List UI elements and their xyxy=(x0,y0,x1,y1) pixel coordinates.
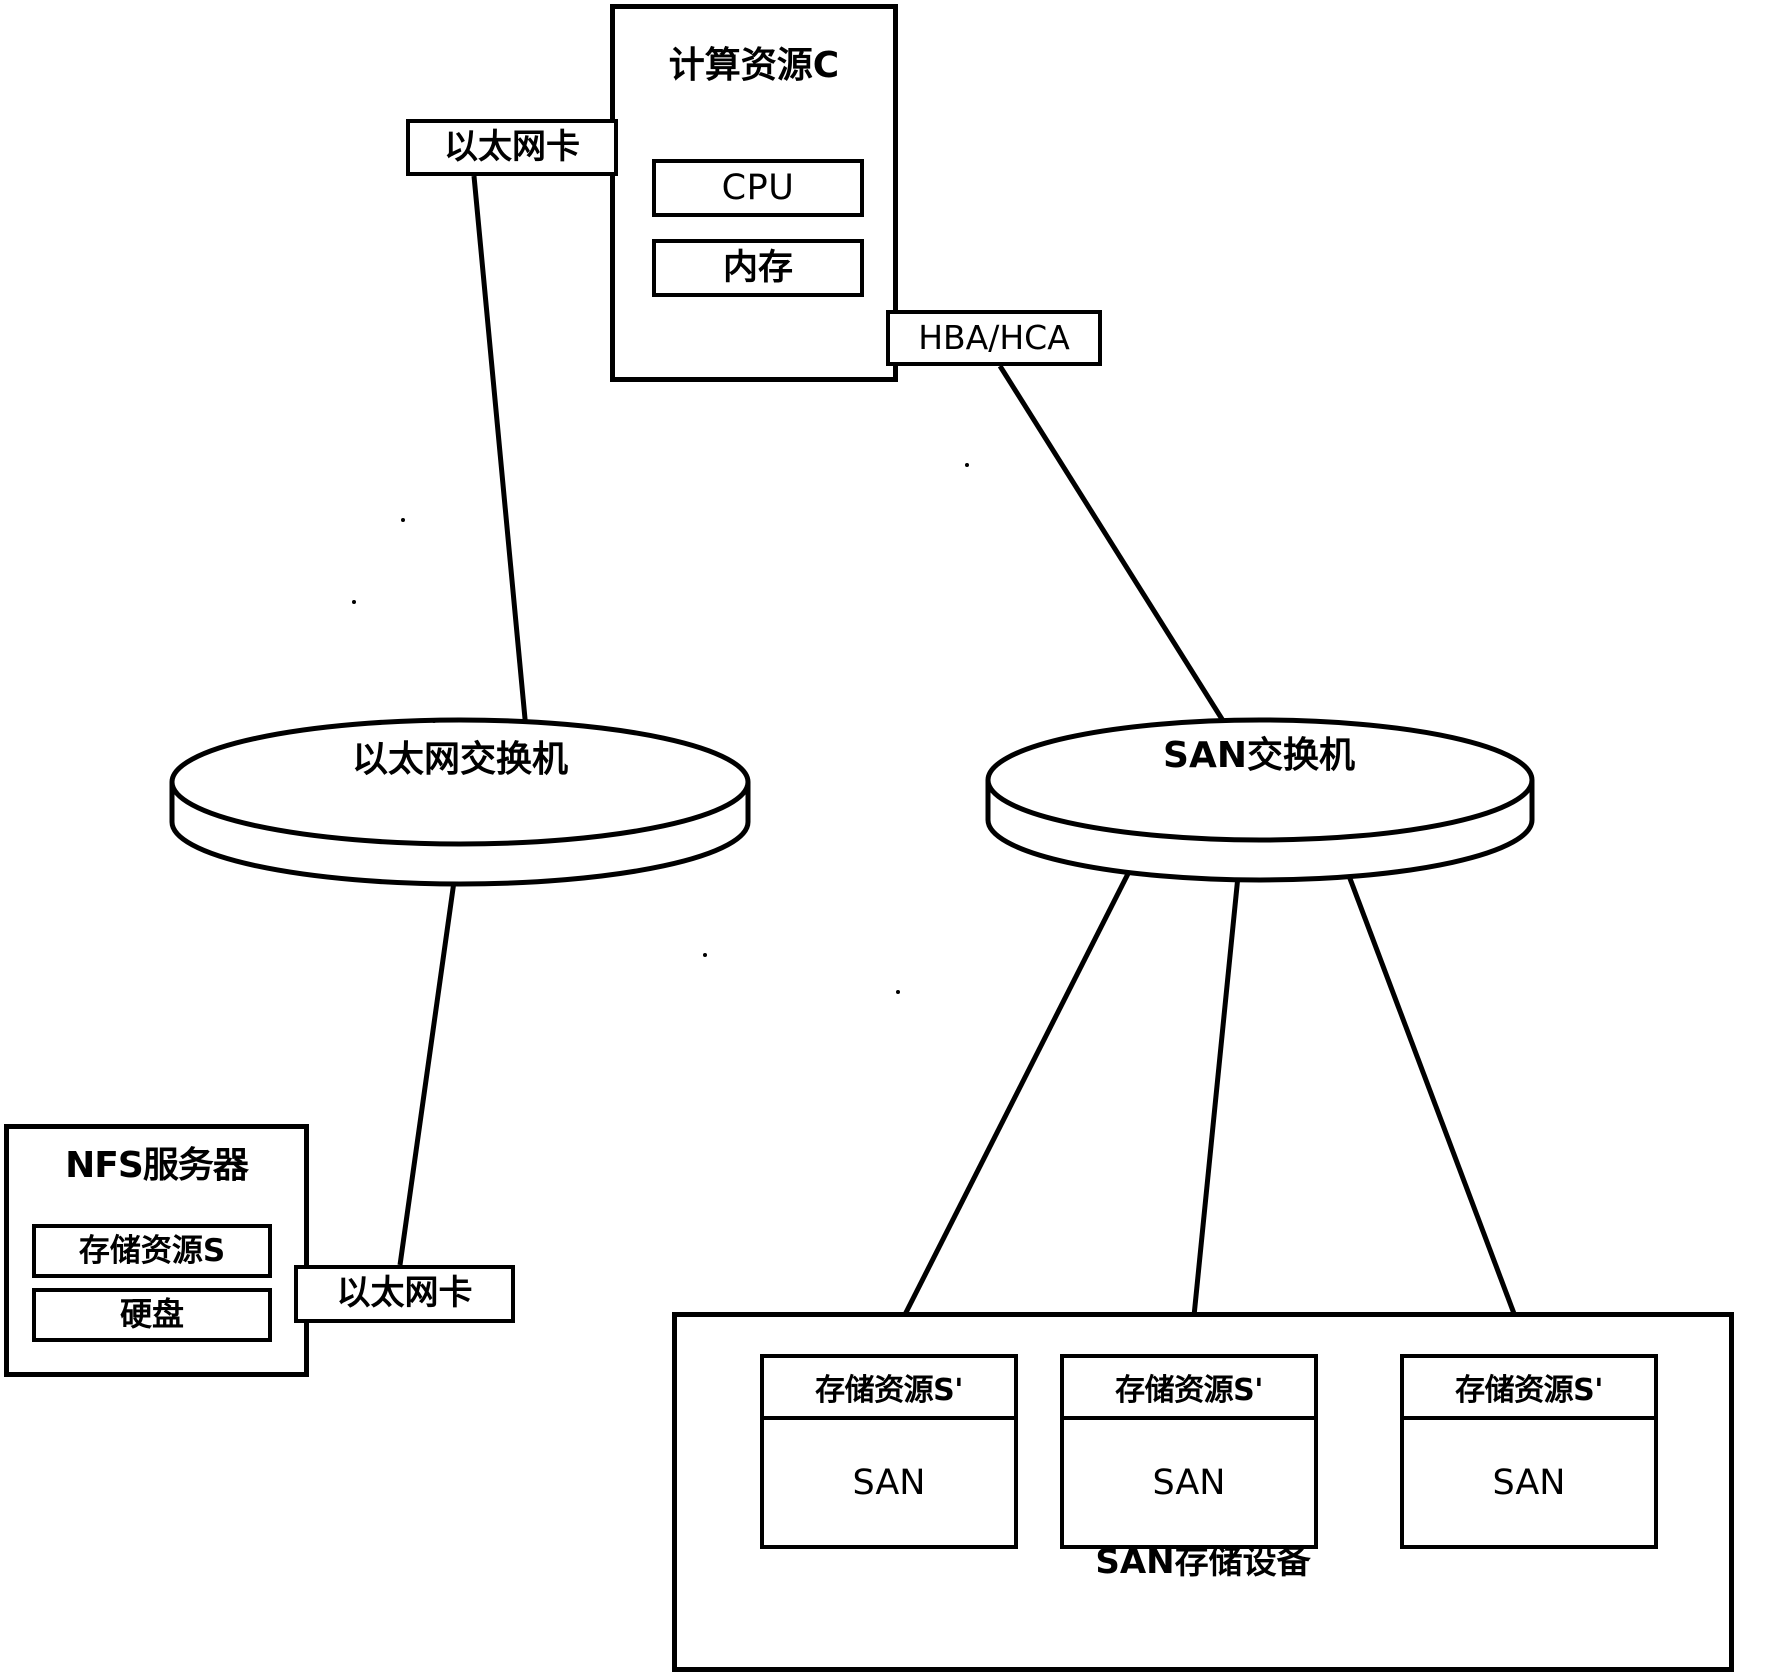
ethernet-nic-compute: 以太网卡 xyxy=(406,119,618,176)
nfs-server-title: NFS服务器 xyxy=(65,1145,249,1186)
scan-speck xyxy=(703,953,707,957)
storage-resource-s-box: 存储资源S xyxy=(32,1224,272,1278)
wire-san-switch-to-unit-3 xyxy=(1337,851,1533,1357)
ethernet-nic-nfs: 以太网卡 xyxy=(294,1265,515,1323)
san-storage-unit: 存储资源S' SAN xyxy=(1400,1354,1658,1549)
hard-disk-box: 硬盘 xyxy=(32,1288,272,1342)
scan-speck xyxy=(401,518,405,522)
san-storage-device-title: SAN存储设备 xyxy=(1095,1542,1311,1583)
compute-resource-title: 计算资源C xyxy=(668,45,840,86)
memory-box: 内存 xyxy=(652,239,864,297)
scan-speck xyxy=(896,990,900,994)
san-type-label: SAN xyxy=(852,1462,926,1503)
storage-resource-s-prime-label: 存储资源S' xyxy=(1404,1358,1654,1420)
wire-hba-to-san-switch xyxy=(997,364,1235,737)
scan-speck xyxy=(352,600,356,604)
scan-speck xyxy=(965,463,969,467)
wire-san-switch-to-unit-2 xyxy=(1187,855,1243,1357)
san-type-label: SAN xyxy=(1152,1462,1226,1503)
ethernet-switch-label: 以太网交换机 xyxy=(351,739,568,780)
san-storage-unit: 存储资源S' SAN xyxy=(1060,1354,1318,1549)
san-switch-label: SAN交换机 xyxy=(1163,735,1355,776)
scan-speck xyxy=(432,719,436,723)
san-type-label: SAN xyxy=(1492,1462,1566,1503)
diagram-canvas: 计算资源C CPU 内存 以太网卡 HBA/HCA 以太网交换机 SAN交换机 … xyxy=(0,0,1792,1677)
hba-hca-adapter: HBA/HCA xyxy=(886,310,1102,366)
cpu-box: CPU xyxy=(652,159,864,217)
storage-resource-s-prime-label: 存储资源S' xyxy=(764,1358,1014,1420)
wire-nic-to-eth-switch xyxy=(471,175,530,741)
wire-eth-switch-to-nfs-nic xyxy=(397,845,462,1266)
san-storage-unit: 存储资源S' SAN xyxy=(760,1354,1018,1549)
storage-resource-s-prime-label: 存储资源S' xyxy=(1064,1358,1314,1420)
wire-san-switch-to-unit-1 xyxy=(881,850,1142,1358)
